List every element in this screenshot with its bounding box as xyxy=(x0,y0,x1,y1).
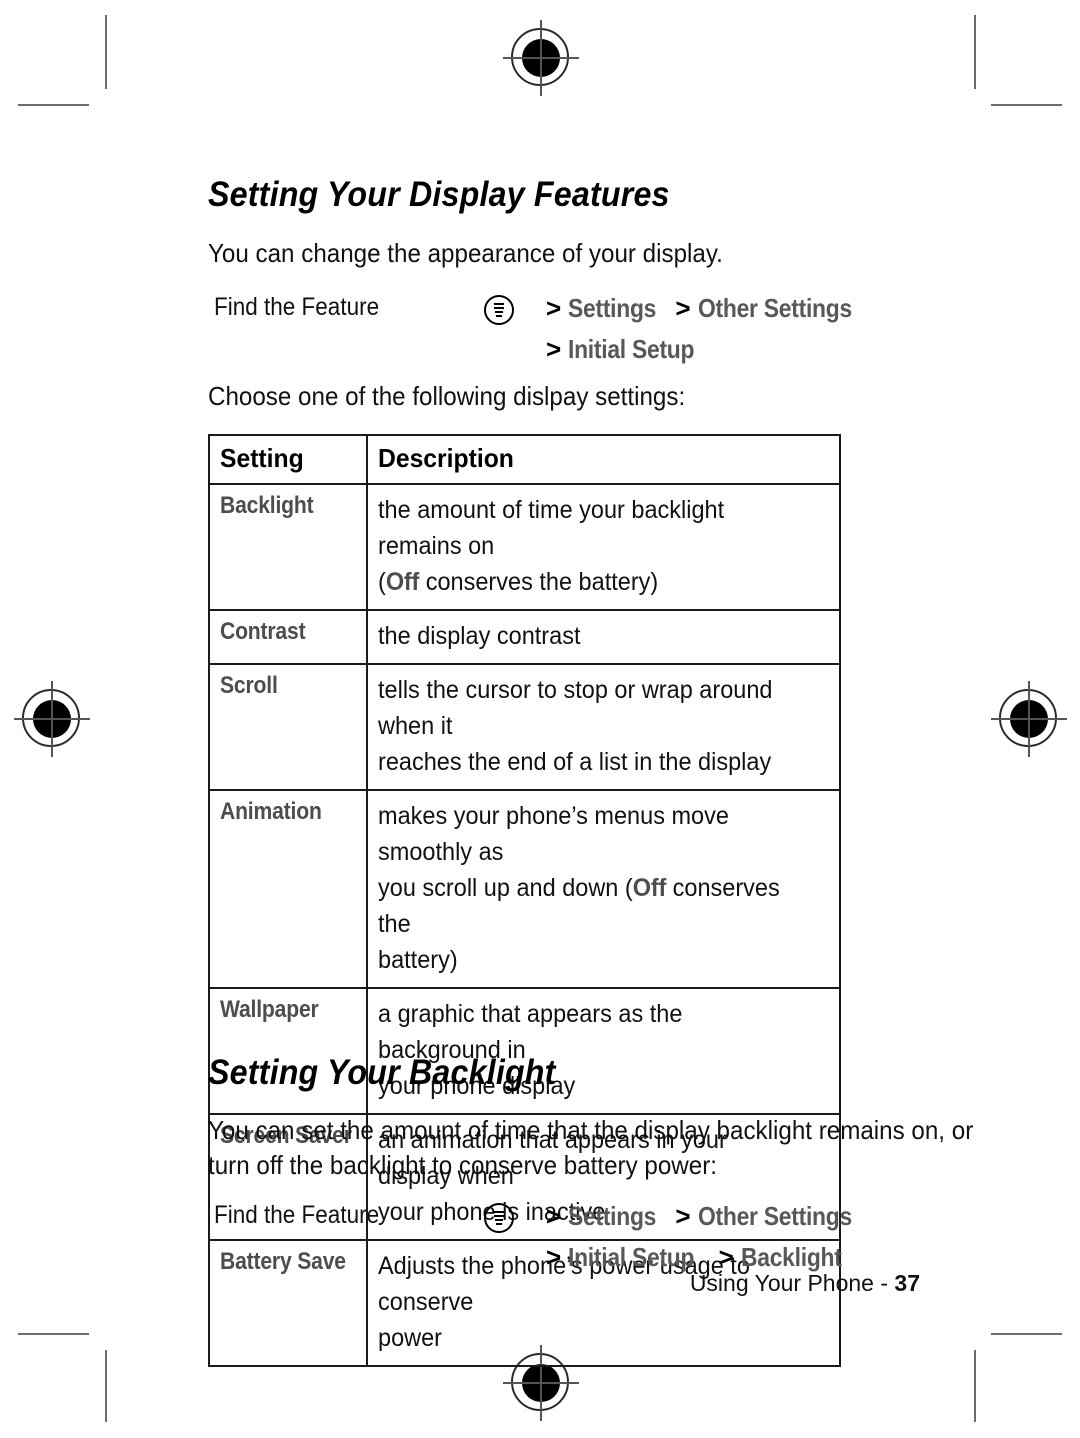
description-line: the display contrast xyxy=(378,618,802,654)
description-line: (Off conserves the battery) xyxy=(378,564,802,600)
description-line: the amount of time your backlight remain… xyxy=(378,492,802,564)
chevron-icon: > xyxy=(546,293,562,323)
description-text: reaches the end of a list in the display xyxy=(378,748,772,776)
setting-description-cell: the amount of time your backlight remain… xyxy=(366,483,841,611)
nav-step-settings: Settings xyxy=(568,1201,657,1231)
description-text: the display contrast xyxy=(378,622,581,650)
setting-name-cell: Scroll xyxy=(208,663,368,791)
chevron-icon: > xyxy=(546,1201,562,1231)
document-page: Setting Your Display Features You can ch… xyxy=(0,0,1080,1438)
chevron-icon: > xyxy=(546,334,562,364)
navigation-path-line-1: > Settings > Other Settings xyxy=(546,292,872,333)
description-line: you scroll up and down (Off conserves th… xyxy=(378,870,802,942)
column-header-description: Description xyxy=(366,434,841,485)
description-keyword: Off xyxy=(632,874,667,902)
intro-paragraph-backlight-line-2: turn off the backlight to conserve batte… xyxy=(208,1150,717,1180)
description-text: tells the cursor to stop or wrap around … xyxy=(378,676,773,740)
registration-crosshair-horizontal xyxy=(14,718,90,720)
column-header-setting: Setting xyxy=(208,434,368,485)
description-text: makes your phone’s menus move smoothly a… xyxy=(378,802,729,866)
setting-name-text: Contrast xyxy=(220,618,306,645)
section-heading-backlight: Setting Your Backlight xyxy=(208,1053,556,1092)
footer-label: Using Your Phone - xyxy=(689,1270,889,1296)
crop-mark-bottom-right-vertical xyxy=(974,1350,976,1422)
navigation-path-1: > Settings > Other Settings > Initial Setup xyxy=(546,292,872,374)
setting-description-cell: a graphic that appears as the background… xyxy=(366,987,841,1115)
crop-mark-bottom-left-vertical xyxy=(105,1350,107,1422)
nav-step-other-settings: Other Settings xyxy=(697,293,852,323)
nav-step-settings: Settings xyxy=(568,293,657,323)
registration-mark-left-middle xyxy=(14,681,90,757)
crop-mark-bottom-right-horizontal xyxy=(991,1333,1062,1335)
setting-description-cell: the display contrast xyxy=(366,609,841,665)
registration-crosshair-horizontal xyxy=(503,57,579,59)
description-line: makes your phone’s menus move smoothly a… xyxy=(378,798,802,870)
setting-name-cell: Animation xyxy=(208,789,368,989)
crop-mark-top-left-horizontal xyxy=(18,104,89,106)
description-text: you scroll up and down ( xyxy=(378,874,633,902)
crop-mark-top-left-vertical xyxy=(105,15,107,89)
description-text: conserves the battery) xyxy=(419,568,659,596)
chevron-icon: > xyxy=(718,1242,734,1272)
setting-name-text: Backlight xyxy=(220,492,314,519)
description-text: battery) xyxy=(378,946,458,974)
setting-name-cell: Wallpaper xyxy=(208,987,368,1115)
description-text: the amount of time your backlight remain… xyxy=(378,496,725,560)
page-number: 37 xyxy=(894,1270,920,1296)
crop-mark-top-right-vertical xyxy=(974,15,976,89)
navigation-path-line-2: > Initial Setup xyxy=(546,333,872,374)
menu-icon-bars xyxy=(494,1211,504,1225)
setting-name-text: Animation xyxy=(220,798,322,825)
description-keyword: Off xyxy=(385,568,420,596)
page-footer: Using Your Phone - 37 xyxy=(0,1270,920,1297)
table-row: Animation makes your phone’s menus move s… xyxy=(208,789,841,989)
registration-mark-right-middle xyxy=(991,681,1067,757)
find-the-feature-label-2: Find the Feature xyxy=(214,1201,380,1229)
section-heading-display-features: Setting Your Display Features xyxy=(208,175,670,214)
table-header-row: Setting Description xyxy=(208,434,841,485)
description-line: tells the cursor to stop or wrap around … xyxy=(378,672,802,744)
navigation-path-line-1: > Settings > Other Settings xyxy=(546,1200,872,1241)
column-header-description-text: Description xyxy=(378,443,514,473)
crop-mark-bottom-left-horizontal xyxy=(18,1333,89,1335)
table-row: Backlight the amount of time your backlig… xyxy=(208,483,841,611)
find-the-feature-label-1: Find the Feature xyxy=(214,293,380,321)
chevron-icon: > xyxy=(675,1201,691,1231)
setting-description-cell: tells the cursor to stop or wrap around … xyxy=(366,663,841,791)
crop-mark-top-right-horizontal xyxy=(991,104,1062,106)
chevron-icon: > xyxy=(546,1242,562,1272)
menu-icon xyxy=(484,295,514,325)
nav-step-initial-setup: Initial Setup xyxy=(568,334,695,364)
description-line: reaches the end of a list in the display xyxy=(378,744,802,780)
setting-name-cell: Battery Save xyxy=(208,1239,368,1367)
registration-crosshair-horizontal xyxy=(503,1382,579,1384)
table-intro-paragraph: Choose one of the following dislpay sett… xyxy=(208,381,686,411)
registration-mark-top-center xyxy=(503,20,579,96)
nav-step-initial-setup: Initial Setup xyxy=(568,1242,695,1272)
chevron-icon: > xyxy=(675,293,691,323)
setting-description-cell: makes your phone’s menus move smoothly a… xyxy=(366,789,841,989)
setting-name-cell: Contrast xyxy=(208,609,368,665)
intro-paragraph-display-features: You can change the appearance of your di… xyxy=(208,238,723,268)
column-header-setting-text: Setting xyxy=(220,443,304,473)
description-text: power xyxy=(378,1324,443,1352)
table-row: Scroll tells the cursor to stop or wrap a… xyxy=(208,663,841,791)
description-line: power xyxy=(378,1320,802,1356)
menu-icon xyxy=(484,1203,514,1233)
table-row: Wallpaper a graphic that appears as the b… xyxy=(208,987,841,1115)
setting-name-text: Wallpaper xyxy=(220,996,319,1023)
nav-step-other-settings: Other Settings xyxy=(697,1201,852,1231)
description-line: battery) xyxy=(378,942,802,978)
menu-icon-bars xyxy=(494,303,504,317)
setting-name-cell: Backlight xyxy=(208,483,368,611)
setting-name-text: Scroll xyxy=(220,672,278,699)
intro-paragraph-backlight-line-1: You can set the amount of time that the … xyxy=(208,1115,974,1145)
table-row: Contrast the display contrast xyxy=(208,609,841,665)
registration-crosshair-horizontal xyxy=(991,718,1067,720)
nav-step-backlight: Backlight xyxy=(740,1242,842,1272)
